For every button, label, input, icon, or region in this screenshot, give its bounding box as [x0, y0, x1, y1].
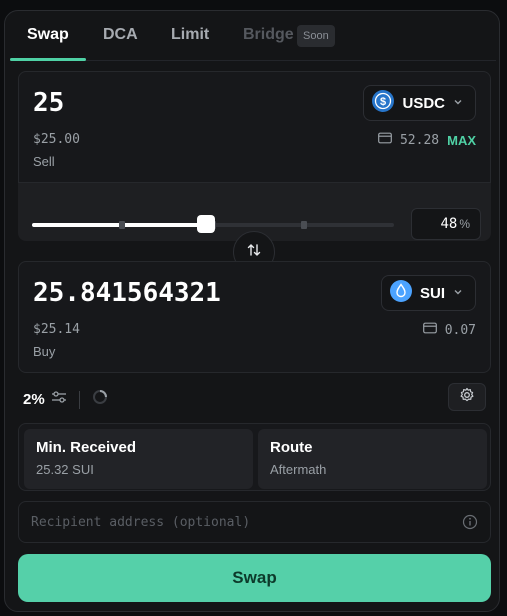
route-title: Route [270, 439, 313, 456]
sliders-icon [51, 390, 67, 409]
chevron-down-icon [453, 287, 463, 300]
sell-panel: 25 $25.00 Sell $ USDC 52.28 MAX [18, 71, 491, 183]
slippage-control[interactable]: 2% [23, 389, 108, 410]
slippage-value: 2% [23, 391, 45, 408]
route-card[interactable]: Route Aftermath [258, 429, 487, 489]
active-tab-indicator [10, 58, 86, 61]
recipient-address-input[interactable] [31, 502, 451, 542]
buy-label: Buy [33, 344, 56, 359]
sell-token-selector[interactable]: $ USDC [363, 85, 476, 121]
percent-slider-track[interactable] [32, 215, 394, 233]
tab-bridge: Bridge [243, 26, 294, 43]
wallet-icon [378, 132, 392, 148]
tab-bar: Swap DCA Limit Bridge Soon [10, 11, 496, 61]
percent-value: 48 [440, 216, 458, 232]
slider-tick-75 [301, 221, 307, 229]
info-icon[interactable] [462, 514, 478, 535]
min-received-value: 25.32 SUI [36, 462, 94, 477]
buy-balance: 0.07 [422, 322, 476, 338]
buy-token-selector[interactable]: SUI [380, 275, 476, 311]
percent-slider-thumb[interactable] [196, 215, 215, 233]
sell-token-symbol: USDC [402, 94, 445, 112]
percent-sign: % [459, 217, 470, 231]
min-received-card: Min. Received 25.32 SUI [24, 429, 253, 489]
buy-amount-output: 25.841564321 [33, 278, 221, 308]
route-value: Aftermath [270, 462, 327, 477]
chevron-down-icon [453, 97, 463, 110]
percent-input[interactable]: 48 % [411, 208, 481, 240]
max-button[interactable]: MAX [447, 133, 476, 148]
sui-icon [389, 279, 412, 307]
divider [78, 390, 80, 409]
min-received-title: Min. Received [36, 439, 137, 456]
gear-icon [459, 387, 475, 408]
recipient-field [18, 501, 491, 543]
swap-button[interactable]: Swap [18, 554, 491, 602]
slider-tick-25 [119, 221, 125, 229]
svg-text:$: $ [380, 96, 386, 108]
buy-usd-value: $25.14 [33, 322, 80, 337]
tab-swap[interactable]: Swap [27, 26, 69, 44]
sell-balance: 52.28 MAX [378, 132, 476, 148]
tab-limit[interactable]: Limit [171, 26, 209, 44]
sell-amount-input[interactable]: 25 [33, 88, 64, 118]
usdc-icon: $ [372, 89, 395, 117]
buy-balance-value: 0.07 [444, 322, 476, 338]
sell-usd-value: $25.00 [33, 132, 80, 147]
loading-spinner-icon [92, 389, 108, 410]
swap-arrows-icon [246, 242, 262, 263]
buy-panel: 25.841564321 $25.14 Buy SUI 0.07 [18, 261, 491, 373]
buy-token-symbol: SUI [419, 284, 445, 302]
swap-panel: Swap DCA Limit Bridge Soon 25 $25.00 Sel… [4, 10, 500, 612]
wallet-icon [422, 322, 437, 338]
sell-balance-value: 52.28 [399, 132, 440, 148]
tab-dca[interactable]: DCA [103, 26, 138, 44]
trade-info: Min. Received 25.32 SUI Route Aftermath [18, 423, 491, 491]
soon-badge: Soon [297, 25, 335, 47]
settings-button[interactable] [448, 383, 486, 411]
sell-label: Sell [33, 154, 55, 169]
